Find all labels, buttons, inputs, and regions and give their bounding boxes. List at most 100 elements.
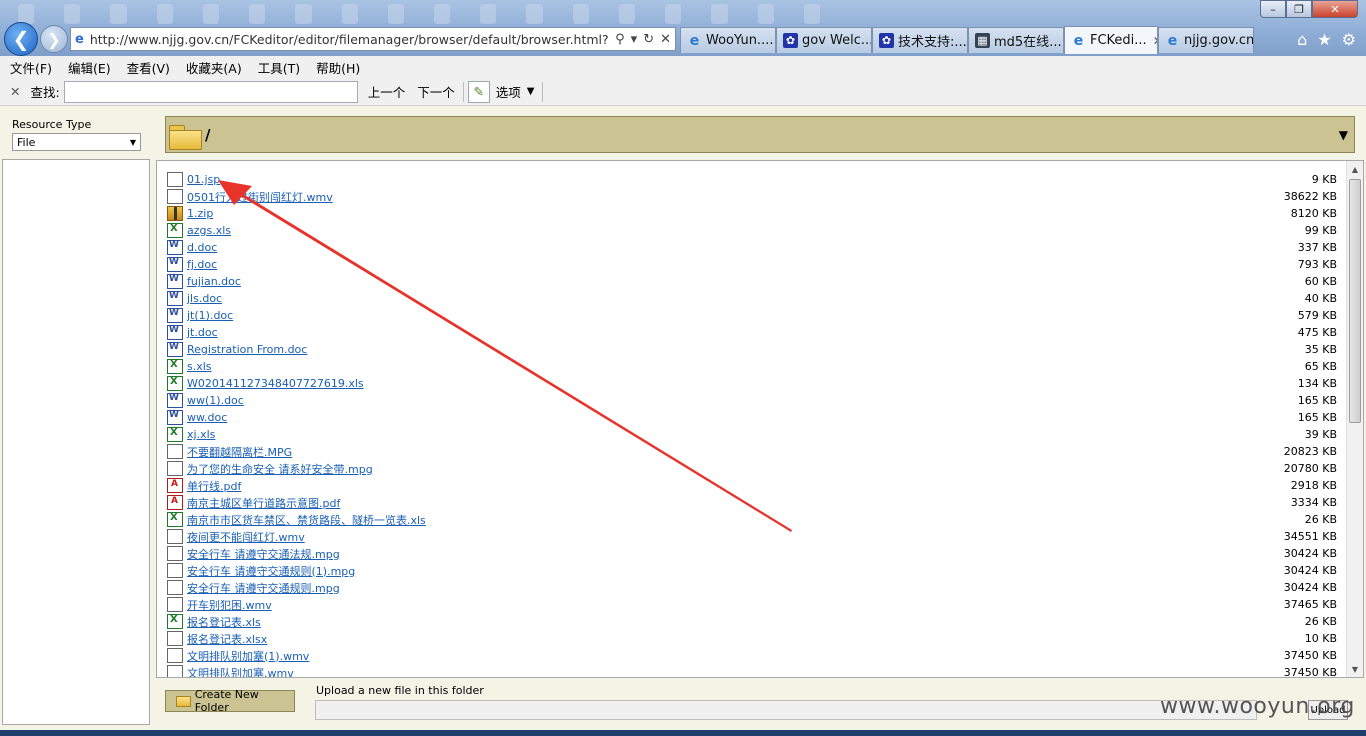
browser-tab[interactable]: e WooYun.... (680, 27, 776, 53)
file-name-link[interactable]: 报名登记表.xlsx (187, 631, 267, 647)
menu-edit[interactable]: 编辑(E) (68, 58, 111, 77)
file-name-link[interactable]: azgs.xls (187, 224, 231, 237)
browser-tab[interactable]: eFCKedi...✕ (1064, 26, 1158, 54)
file-row: 夜间更不能闯红灯.wmv 34551 KB (167, 528, 1337, 545)
browser-tab[interactable]: ✿ gov Welc... (776, 27, 872, 53)
find-next-button[interactable]: 下一个 (417, 82, 455, 101)
file-name-link[interactable]: jls.doc (187, 292, 222, 305)
resource-type-value: File (17, 135, 36, 149)
search-icon[interactable]: ⚲ (615, 32, 625, 47)
file-row: jt.doc 475 KB (167, 324, 1337, 341)
file-name-link[interactable]: jt.doc (187, 326, 218, 339)
folder-dropdown-icon[interactable]: ▼ (1339, 128, 1348, 142)
divider (462, 81, 464, 102)
file-name-link[interactable]: 安全行车 请遵守交通规则.mpg (187, 580, 340, 596)
file-name-link[interactable]: 安全行车 请遵守交通法规.mpg (187, 546, 340, 562)
maximize-button[interactable]: ❐ (1286, 0, 1312, 18)
menu-favorites[interactable]: 收藏夹(A) (186, 58, 242, 77)
folder-icon (176, 695, 191, 707)
address-url[interactable]: http://www.njjg.gov.cn/FCKeditor/editor/… (90, 32, 615, 47)
file-icon (167, 580, 183, 595)
create-new-folder-button[interactable]: Create New Folder (165, 688, 295, 714)
file-name-link[interactable]: 文明排队别加塞.wmv (187, 665, 294, 678)
doc-file-icon (167, 393, 183, 408)
forward-button[interactable]: ❯ (40, 25, 68, 53)
file-name-link[interactable]: 1.zip (187, 207, 213, 220)
file-name-link[interactable]: 01.jsp (187, 173, 220, 186)
scroll-down-icon[interactable]: ▼ (1347, 661, 1363, 677)
file-list-scrollbar[interactable]: ▲ ▼ (1346, 161, 1363, 677)
browser-tab[interactable]: e njjg.gov.cn (1158, 27, 1254, 53)
close-find-icon[interactable]: ✕ (10, 84, 20, 99)
file-name-link[interactable]: 不要翻越隔离栏.MPG (187, 444, 292, 460)
xls-file-icon (167, 359, 183, 374)
file-icon (167, 597, 183, 612)
file-name-link[interactable]: s.xls (187, 360, 212, 373)
arrow-right-icon: ❯ (47, 29, 61, 49)
file-name-link[interactable]: Registration From.doc (187, 343, 307, 356)
favorites-star-icon[interactable]: ★ (1317, 30, 1331, 49)
browser-tab[interactable]: ✿ 技术支持:... (872, 27, 968, 53)
file-size: 9 KB (1311, 173, 1337, 186)
address-bar[interactable]: e http://www.njjg.gov.cn/FCKeditor/edito… (70, 27, 676, 51)
close-window-button[interactable]: ✕ (1312, 0, 1358, 18)
file-name-link[interactable]: ww.doc (187, 411, 227, 424)
file-name-link[interactable]: 0501行人过街别闯红灯.wmv (187, 189, 333, 205)
dropdown-icon[interactable]: ▾ (631, 32, 638, 47)
browser-tabs: e WooYun.... ✿ gov Welc... ✿ 技术支持:... ▦ md5在线..… (680, 26, 1254, 54)
menu-file[interactable]: 文件(F) (10, 58, 52, 77)
file-name-link[interactable]: ww(1).doc (187, 394, 244, 407)
stop-icon[interactable]: ✕ (660, 32, 671, 47)
tab-label: 技术支持:... (898, 35, 967, 50)
file-name-link[interactable]: 为了您的生命安全 请系好安全带.mpg (187, 461, 373, 477)
refresh-icon[interactable]: ↻ (643, 32, 654, 47)
file-name-link[interactable]: d.doc (187, 241, 217, 254)
file-size: 165 KB (1297, 411, 1337, 424)
upload-file-input[interactable] (315, 700, 1257, 720)
back-button[interactable]: ❮ (4, 22, 38, 56)
file-name-link[interactable]: 开车别犯困.wmv (187, 597, 272, 613)
minimize-button[interactable]: – (1260, 0, 1286, 18)
file-row: 单行线.pdf 2918 KB (167, 477, 1337, 494)
browser-tab[interactable]: ▦ md5在线... (968, 27, 1064, 53)
settings-gear-icon[interactable]: ⚙ (1342, 30, 1356, 49)
menu-tools[interactable]: 工具(T) (258, 58, 300, 77)
file-name-link[interactable]: fj.doc (187, 258, 217, 271)
scroll-thumb[interactable] (1349, 179, 1361, 423)
menu-bar: 文件(F) 编辑(E) 查看(V) 收藏夹(A) 工具(T) 帮助(H) (0, 56, 1366, 78)
file-name-link[interactable]: xj.xls (187, 428, 215, 441)
scroll-up-icon[interactable]: ▲ (1347, 161, 1363, 177)
file-name-link[interactable]: fujian.doc (187, 275, 241, 288)
file-row: 安全行车 请遵守交通规则(1).mpg 30424 KB (167, 562, 1337, 579)
file-row: 报名登记表.xlsx 10 KB (167, 630, 1337, 647)
file-name-link[interactable]: 安全行车 请遵守交通规则(1).mpg (187, 563, 355, 579)
file-row: 南京市市区货车禁区、禁货路段、隧桥一览表.xls 26 KB (167, 511, 1337, 528)
file-row: 文明排队别加塞(1).wmv 37450 KB (167, 647, 1337, 664)
file-row: azgs.xls 99 KB (167, 222, 1337, 239)
home-icon[interactable]: ⌂ (1297, 30, 1307, 49)
file-name-link[interactable]: 单行线.pdf (187, 478, 241, 494)
file-row: xj.xls 39 KB (167, 426, 1337, 443)
resource-type-select[interactable]: File ▼ (12, 133, 141, 151)
highlight-pencil-icon[interactable]: ✎ (467, 80, 490, 103)
find-options-button[interactable]: 选项 (496, 82, 521, 101)
file-name-link[interactable]: 文明排队别加塞(1).wmv (187, 648, 309, 664)
find-input[interactable] (63, 80, 358, 103)
file-name-link[interactable]: 南京市市区货车禁区、禁货路段、隧桥一览表.xls (187, 512, 426, 528)
window-controls: – ❐ ✕ (1260, 0, 1358, 18)
file-name-link[interactable]: jt(1).doc (187, 309, 233, 322)
find-previous-button[interactable]: 上一个 (368, 82, 406, 101)
file-name-link[interactable]: 南京主城区单行道路示意图.pdf (187, 495, 340, 511)
menu-help[interactable]: 帮助(H) (316, 58, 360, 77)
find-label: 查找: (30, 85, 60, 100)
file-name-link[interactable]: 报名登记表.xls (187, 614, 261, 630)
file-size: 475 KB (1297, 326, 1337, 339)
menu-view[interactable]: 查看(V) (127, 58, 170, 77)
find-bar: ✕ 查找: 上一个 下一个 ✎ 选项 ▼ (0, 78, 1366, 106)
file-name-link[interactable]: W020141127348407727619.xls (187, 377, 364, 390)
chevron-down-icon[interactable]: ▼ (527, 86, 535, 97)
file-icon (167, 189, 183, 204)
file-name-link[interactable]: 夜间更不能闯红灯.wmv (187, 529, 305, 545)
file-icon (167, 172, 183, 187)
doc-file-icon (167, 410, 183, 425)
